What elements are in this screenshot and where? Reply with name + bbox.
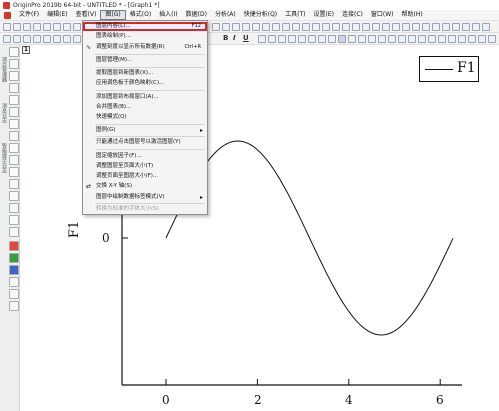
menu-item-label: 快速模式(Q) [96,114,127,120]
menu-separator [95,203,205,204]
x-tick-label: 2 [254,393,262,407]
menu-item-label: 图例(G) [96,127,116,133]
menu-item-merge-graphs[interactable]: 合并图表(B)... [83,103,207,112]
x-axis-ticks [165,379,441,385]
menu-item-label: 只能通过点击图层号以激活图层(Y) [96,139,181,145]
menu-item-data-label-mode[interactable]: 图层中绘制数据标签模式(V) ▸ [83,193,207,202]
menu-item-layer-contents[interactable]: 图层内容(L)... F12 [83,22,207,31]
x-tick-label: 0 [162,393,170,407]
menu-item-rescale-to-show-all[interactable]: ∿ 调整刻度以显示所有数据(R) Ctrl+R [83,43,207,52]
y-axis-title: F1 [67,220,83,239]
menu-item-label: 调整刻度以显示所有数据(R) [96,44,165,50]
menu-item-label: 固定缩放因子(F)... [96,153,142,159]
legend-line-swatch [425,69,453,70]
menu-item-label: 图表绘制(P)... [96,33,131,39]
menu-item-label: 提取图层到新图表(X)... [96,70,154,76]
menu-separator [95,90,205,91]
legend-label: F1 [457,60,476,76]
menu-separator [95,54,205,55]
menu-item-fit-layer-to-page[interactable]: 调整图层至页面大小(T) [83,162,207,171]
menu-item-label: 交换 X-Y 轴(S) [96,183,132,189]
x-tick-label: 6 [436,393,444,407]
menu-separator [95,149,205,150]
graph-dropdown-menu: 图层内容(L)... F12 图表绘制(P)... ∿ 调整刻度以显示所有数据(… [82,20,208,215]
rescale-icon: ∿ [85,44,92,51]
menu-item-label: 合并图表(B)... [96,104,132,110]
menu-item-label: 转换为标准的字体大小(S) [96,206,159,212]
submenu-arrow-icon: ▸ [199,194,203,201]
menu-item-label: 图层内容(L)... [96,23,131,29]
x-tick-label: 4 [345,393,353,407]
menu-item-activate-layer-by-icon[interactable]: 只能通过点击图层号以激活图层(Y) [83,138,207,147]
menu-separator [95,124,205,125]
menu-item-label: 应用调色板于颜色映射(C)... [96,80,165,86]
menu-item-speed-mode[interactable]: 快速模式(Q) [83,113,207,122]
menu-item-exchange-xy[interactable]: ⇄ 交换 X-Y 轴(S) [83,182,207,191]
menu-item-shortcut: Ctrl+R [184,44,201,50]
menu-item-label: 图层管理(M)... [96,57,133,63]
menu-item-label: 图层中绘制数据标签模式(V) [96,194,165,200]
exchange-icon: ⇄ [85,183,92,190]
legend[interactable]: F1 [419,56,479,82]
menu-item-apply-palette[interactable]: 应用调色板于颜色映射(C)... [83,79,207,88]
series-f1-line [165,140,454,336]
menu-item-label: 调整图层至页面大小(T) [96,163,154,169]
menu-item-shortcut: F12 [191,23,201,29]
menu-item-legend[interactable]: 图例(G) ▸ [83,126,207,135]
menu-item-extract-layers[interactable]: 提取图层到新图表(X)... [83,69,207,78]
menu-item-plot-setup[interactable]: 图表绘制(P)... [83,32,207,41]
submenu-arrow-icon: ▸ [199,127,203,134]
menu-separator [95,67,205,68]
menu-item-convert-font-size[interactable]: 转换为标准的字体大小(S) [83,205,207,214]
y-tick-label: 0 [102,231,110,245]
menu-item-label: 调整页面至图层大小(F)... [96,173,159,179]
menu-item-add-to-layout[interactable]: 添加图层到布局窗口(A)... [83,93,207,102]
menu-item-fit-page-to-layers[interactable]: 调整页面至图层大小(F)... [83,172,207,181]
menu-separator [95,136,205,137]
menu-item-fixed-factor[interactable]: 固定缩放因子(F)... [83,152,207,161]
menu-item-layer-management[interactable]: 图层管理(M)... [83,56,207,65]
menu-item-label: 添加图层到布局窗口(A)... [96,94,159,100]
